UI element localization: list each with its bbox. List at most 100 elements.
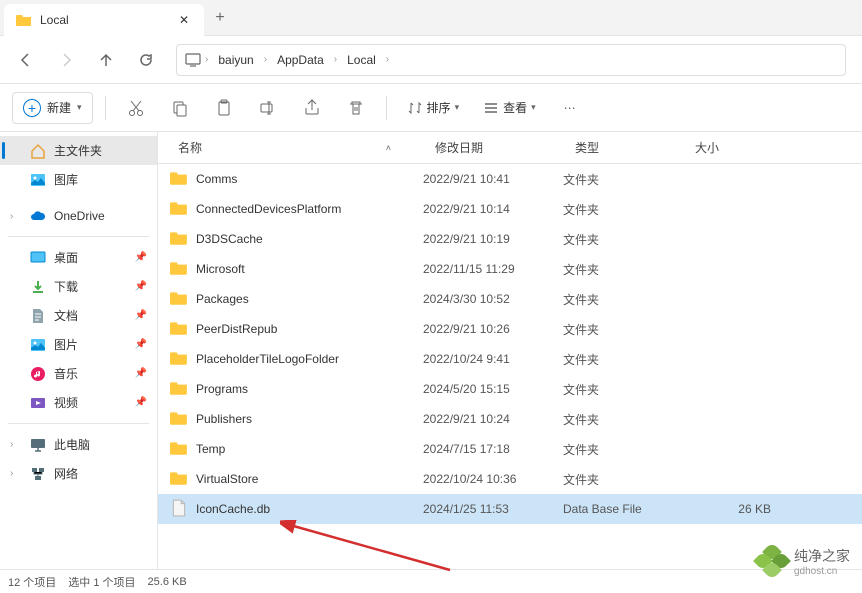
chevron-down-icon: ▾ [455,102,460,113]
copy-button[interactable] [162,90,198,126]
rename-button[interactable] [250,90,286,126]
sidebar-label: 网络 [54,465,78,482]
file-date: 2022/10/24 9:41 [423,352,563,366]
sidebar-label: 桌面 [54,249,78,266]
paste-button[interactable] [206,90,242,126]
file-row[interactable]: PlaceholderTileLogoFolder2022/10/24 9:41… [158,344,862,374]
status-selected: 选中 1 个项目 [68,574,135,590]
file-row[interactable]: Temp2024/7/15 17:18文件夹 [158,434,862,464]
file-row[interactable]: Packages 2024/3/30 10:52文件夹 [158,284,862,314]
sidebar-item-videos[interactable]: 视频 📌 [0,388,157,417]
file-type: 文件夹 [563,351,683,368]
sidebar-item-onedrive[interactable]: › OneDrive [0,202,157,230]
sidebar-item-pictures[interactable]: 图片 📌 [0,330,157,359]
sidebar-label: 下载 [54,278,78,295]
file-row[interactable]: ConnectedDevicesPlatform2022/9/21 10:14文… [158,194,862,224]
column-size[interactable]: 大小 [683,139,783,156]
sidebar-item-downloads[interactable]: 下载 📌 [0,272,157,301]
folder-icon [16,12,32,28]
column-type[interactable]: 类型 [563,139,683,156]
file-name-cell: Comms [158,169,423,190]
file-row[interactable]: D3DSCache2022/9/21 10:19文件夹 [158,224,862,254]
chevron-right-icon: › [10,468,22,479]
share-button[interactable] [294,90,330,126]
folder-icon [170,229,188,250]
document-icon [30,308,46,324]
file-list[interactable]: Comms2022/9/21 10:41文件夹ConnectedDevicesP… [158,164,862,569]
sort-icon [407,100,423,116]
file-row[interactable]: IconCache.db2024/1/25 11:53Data Base Fil… [158,494,862,524]
sort-button[interactable]: 排序 ▾ [399,93,468,122]
sidebar-item-music[interactable]: 音乐 📌 [0,359,157,388]
separator [386,96,387,120]
content-area: 名称˄ 修改日期 类型 大小 Comms2022/9/21 10:41文件夹Co… [158,132,862,569]
sidebar-label: 视频 [54,394,78,411]
folder-icon [170,319,188,340]
view-icon [483,100,499,116]
pictures-icon [30,337,46,353]
file-name: Programs [196,382,248,396]
file-icon [170,499,188,520]
download-icon [30,279,46,295]
breadcrumb-item[interactable]: Local [341,51,382,69]
file-date: 2024/3/30 10:52 [423,292,563,306]
sidebar-item-documents[interactable]: 文档 📌 [0,301,157,330]
back-button[interactable] [8,42,44,78]
chevron-down-icon: ▾ [531,102,536,113]
file-row[interactable]: Comms2022/9/21 10:41文件夹 [158,164,862,194]
chevron-right-icon: › [10,211,22,222]
refresh-button[interactable] [128,42,164,78]
cut-button[interactable] [118,90,154,126]
file-date: 2024/7/15 17:18 [423,442,563,456]
file-name: Packages [196,292,249,306]
separator [105,96,106,120]
file-type: 文件夹 [563,471,683,488]
file-date: 2022/9/21 10:41 [423,172,563,186]
sidebar-item-desktop[interactable]: 桌面 📌 [0,243,157,272]
file-row[interactable]: Programs2024/5/20 15:15文件夹 [158,374,862,404]
home-icon [30,143,46,159]
up-button[interactable] [88,42,124,78]
status-count: 12 个项目 [8,574,56,590]
column-date[interactable]: 修改日期 [423,139,563,156]
delete-button[interactable] [338,90,374,126]
breadcrumb-item[interactable]: AppData [271,51,330,69]
file-row[interactable]: Microsoft2022/11/15 11:29文件夹 [158,254,862,284]
sidebar-label: 文档 [54,307,78,324]
file-row[interactable]: PeerDistRepub2022/9/21 10:26文件夹 [158,314,862,344]
file-type: Data Base File [563,502,683,516]
breadcrumb[interactable]: › baiyun › AppData › Local › [176,44,846,76]
file-row[interactable]: Publishers2022/9/21 10:24文件夹 [158,404,862,434]
tab-local[interactable]: Local ✕ [4,4,204,36]
breadcrumb-item[interactable]: baiyun [212,51,259,69]
file-date: 2022/9/21 10:24 [423,412,563,426]
tab-title: Local [40,13,168,27]
file-type: 文件夹 [563,231,683,248]
column-name[interactable]: 名称˄ [158,139,423,156]
view-button[interactable]: 查看 ▾ [475,93,544,122]
new-tab-button[interactable]: + [204,2,236,34]
music-icon [30,366,46,382]
nav-bar: › baiyun › AppData › Local › [0,36,862,84]
sidebar-item-network[interactable]: › 网络 [0,459,157,488]
tab-bar: Local ✕ + [0,0,862,36]
folder-icon [170,469,188,490]
file-date: 2022/11/15 11:29 [423,262,563,276]
file-type: 文件夹 [563,291,683,308]
file-name: D3DSCache [196,232,263,246]
file-row[interactable]: VirtualStore2022/10/24 10:36文件夹 [158,464,862,494]
toolbar: + 新建 ▾ 排序 ▾ 查看 ▾ ⋯ [0,84,862,132]
chevron-right-icon: › [205,54,208,65]
close-icon[interactable]: ✕ [176,12,192,28]
new-button[interactable]: + 新建 ▾ [12,92,93,124]
file-date: 2022/9/21 10:14 [423,202,563,216]
sidebar-item-home[interactable]: 主文件夹 [0,136,157,165]
sidebar-item-thispc[interactable]: › 此电脑 [0,430,157,459]
file-name-cell: D3DSCache [158,229,423,250]
sidebar-item-gallery[interactable]: 图库 [0,165,157,194]
video-icon [30,395,46,411]
sidebar-label: 音乐 [54,365,78,382]
more-button[interactable]: ⋯ [552,90,588,126]
forward-button[interactable] [48,42,84,78]
file-type: 文件夹 [563,201,683,218]
